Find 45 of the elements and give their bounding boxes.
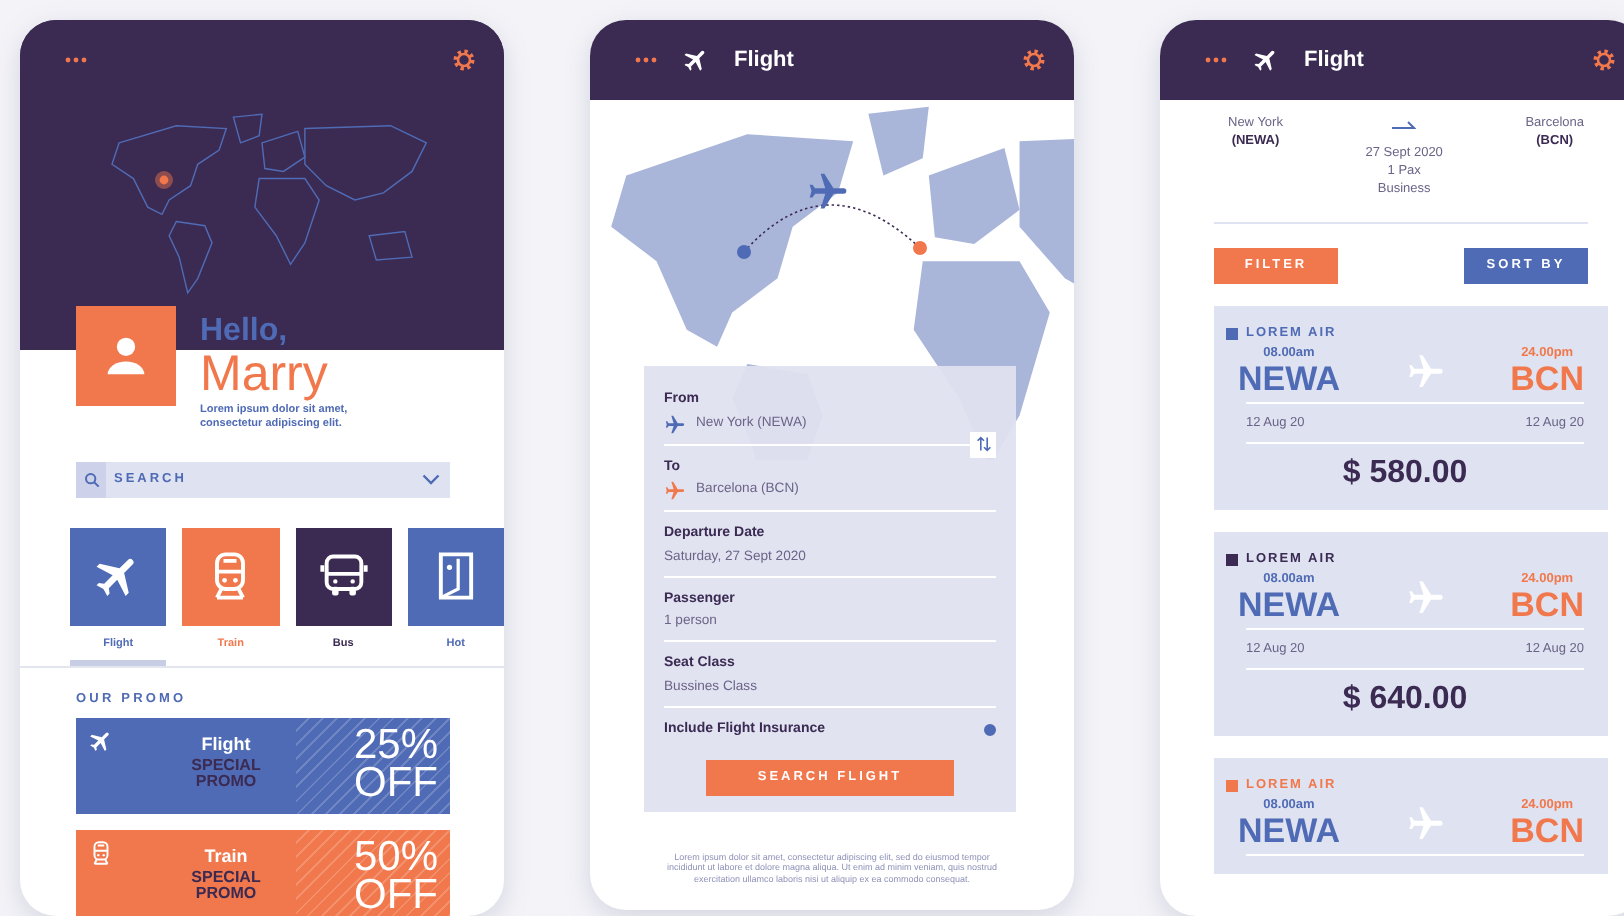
airplane-icon bbox=[1405, 803, 1446, 844]
settings-icon[interactable] bbox=[452, 48, 476, 72]
settings-icon[interactable] bbox=[1022, 48, 1046, 72]
user-icon bbox=[104, 334, 148, 378]
swap-icon bbox=[975, 436, 991, 452]
toggle-dot[interactable] bbox=[984, 724, 996, 737]
discount-label: OFF bbox=[352, 876, 438, 916]
airplane-icon bbox=[664, 480, 686, 502]
price: $ 580.00 bbox=[1340, 454, 1470, 495]
promo-banner[interactable]: Train SPECIAL PROMO 50% OFF bbox=[76, 829, 450, 916]
promo-banner[interactable]: Flight SPECIAL PROMO 25% OFF bbox=[76, 717, 450, 814]
user-name: Marry bbox=[200, 348, 330, 401]
discount-value: 50% bbox=[351, 837, 438, 877]
chevron-down-icon[interactable] bbox=[422, 473, 440, 486]
arrival-code: BCN bbox=[1510, 813, 1584, 848]
price: $ 640.00 bbox=[1340, 680, 1470, 721]
airplane-icon bbox=[1405, 577, 1446, 618]
menu-icon[interactable] bbox=[634, 56, 658, 64]
arrival-code: BCN bbox=[1510, 587, 1584, 622]
airplane-icon bbox=[88, 727, 114, 754]
promo-subtitle: SPECIAL PROMO bbox=[189, 757, 263, 790]
promo-title: Train bbox=[202, 847, 250, 866]
location-pin-icon bbox=[154, 170, 174, 190]
departure-code: NEWA bbox=[1238, 361, 1340, 396]
menu-icon[interactable] bbox=[1204, 56, 1228, 64]
arrival-code: BCN bbox=[1510, 361, 1584, 396]
promo-title: Flight bbox=[199, 735, 253, 754]
screen-title: Flight bbox=[734, 45, 794, 76]
departure-code: NEWA bbox=[1238, 813, 1340, 848]
discount-label: OFF bbox=[352, 764, 438, 805]
discount-value: 25% bbox=[351, 725, 438, 765]
swap-button[interactable] bbox=[970, 431, 996, 457]
airplane-icon bbox=[1252, 46, 1280, 74]
train-icon bbox=[88, 839, 114, 866]
menu-icon[interactable] bbox=[64, 56, 88, 64]
greeting: Hello, bbox=[200, 316, 290, 348]
promo-subtitle: SPECIAL PROMO bbox=[189, 869, 263, 902]
airplane-icon bbox=[664, 413, 686, 435]
departure-code: NEWA bbox=[1238, 587, 1340, 622]
search-icon[interactable] bbox=[76, 461, 106, 498]
airplane-icon bbox=[806, 170, 850, 214]
settings-icon[interactable] bbox=[1592, 48, 1616, 72]
airplane-icon bbox=[1405, 351, 1446, 392]
airplane-icon bbox=[682, 46, 710, 74]
screen-title: Flight bbox=[1304, 45, 1364, 76]
